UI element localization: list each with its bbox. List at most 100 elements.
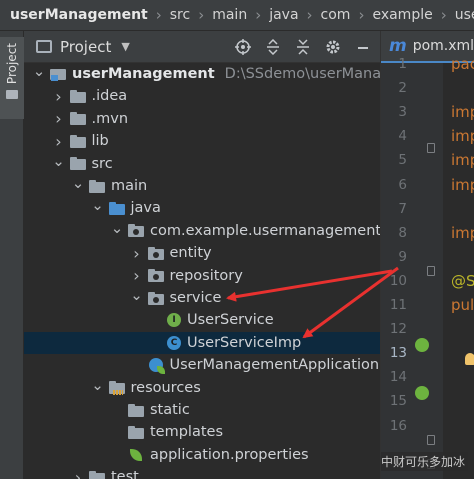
folder-icon bbox=[128, 425, 144, 439]
tree-item-label: service bbox=[169, 290, 222, 306]
line-number: 16 bbox=[389, 417, 407, 434]
breadcrumb-item[interactable]: example bbox=[372, 7, 432, 23]
chevron-down-icon[interactable]: ⌄ bbox=[110, 217, 124, 239]
tree-item-lib[interactable]: › lib bbox=[24, 130, 380, 152]
tree-item-static[interactable]: static bbox=[24, 399, 380, 421]
editor-area: m pom.xml 12345678910111213141516 pacimp… bbox=[380, 31, 474, 479]
maven-icon: m bbox=[389, 36, 407, 56]
package-icon bbox=[147, 291, 164, 305]
left-tool-strip: Project bbox=[0, 31, 24, 479]
tree-item-label: src bbox=[91, 155, 113, 172]
code-line[interactable]: imp bbox=[451, 103, 474, 121]
breadcrumb-item[interactable]: main bbox=[212, 7, 247, 23]
tree-item-resources[interactable]: ⌄ resources bbox=[24, 374, 380, 399]
chevron-down-icon[interactable]: ⌄ bbox=[71, 172, 85, 194]
chevron-down-icon[interactable]: ⌄ bbox=[91, 374, 105, 396]
chevron-down-icon[interactable]: ⌄ bbox=[32, 60, 46, 82]
tree-item-label: main bbox=[111, 178, 148, 194]
tree-item-label: entity bbox=[169, 245, 212, 262]
chevron-down-icon[interactable]: ⌄ bbox=[52, 150, 66, 172]
tree-item-idea[interactable]: › .idea bbox=[24, 85, 380, 107]
chevron-right-icon[interactable]: › bbox=[71, 466, 85, 479]
spring-bean-gutter-icon[interactable] bbox=[415, 386, 429, 400]
chevron-right-icon[interactable]: › bbox=[52, 85, 66, 107]
folder-icon bbox=[128, 403, 144, 417]
crosshair-icon[interactable] bbox=[234, 38, 252, 56]
spring-boot-class-icon bbox=[148, 357, 165, 375]
gear-icon[interactable] bbox=[324, 38, 342, 56]
tree-item-label: resources bbox=[130, 379, 201, 396]
code-line[interactable]: imp bbox=[451, 176, 474, 194]
tree-item-test[interactable]: › test bbox=[24, 466, 380, 479]
editor-gutter: 1 2 3 4 5 6 7 8 9 10 11 12 13 14 15 16 bbox=[381, 56, 443, 479]
expand-all-icon[interactable] bbox=[264, 38, 282, 56]
chevron-right-icon[interactable]: › bbox=[52, 108, 66, 130]
breadcrumb-separator-icon: › bbox=[198, 6, 205, 24]
tree-item-label: UserManagementApplication bbox=[169, 357, 380, 374]
code-line[interactable]: pul bbox=[451, 296, 474, 314]
chevron-right-icon[interactable]: › bbox=[130, 242, 144, 264]
spring-bean-gutter-icon[interactable] bbox=[415, 338, 429, 352]
tree-item-entity[interactable]: › entity bbox=[24, 242, 380, 264]
tree-item-repository[interactable]: › repository bbox=[24, 265, 380, 287]
folder-icon bbox=[69, 157, 86, 171]
tree-item-label: static bbox=[150, 402, 190, 418]
tree-item-usermanagement[interactable]: ⌄ userManagement D:\SSdemo\userManageme bbox=[24, 60, 380, 85]
tree-item-application-properties[interactable]: application.properties bbox=[24, 444, 380, 466]
line-number: 9 bbox=[398, 248, 407, 265]
line-number: 15 bbox=[389, 393, 407, 410]
minimize-icon[interactable] bbox=[354, 38, 372, 56]
fold-marker-icon[interactable] bbox=[427, 266, 435, 276]
project-view-selector[interactable]: Project bbox=[60, 38, 111, 56]
tree-item-usermanagementapplication[interactable]: UserManagementApplication bbox=[24, 354, 380, 376]
lightbulb-icon[interactable] bbox=[465, 353, 474, 365]
source-folder-icon bbox=[108, 201, 125, 215]
watermark: CSDN @中财可乐多加冰 bbox=[381, 452, 468, 471]
chevron-down-icon[interactable]: ⌄ bbox=[91, 194, 105, 216]
fold-marker-icon[interactable] bbox=[427, 435, 435, 445]
tree-item-label: test bbox=[111, 469, 139, 479]
code-line[interactable]: imp bbox=[451, 127, 474, 145]
tree-item-com-example-usermanagement[interactable]: ⌄ com.example.usermanagement bbox=[24, 217, 380, 242]
tree-item-templates[interactable]: templates bbox=[24, 421, 380, 443]
tree-item-userserviceimp[interactable]: C UserServiceImp bbox=[24, 331, 380, 354]
fold-marker-icon[interactable] bbox=[427, 143, 435, 153]
line-number: 8 bbox=[398, 224, 407, 241]
tree-item-java[interactable]: ⌄ java bbox=[24, 194, 380, 219]
tree-item-service[interactable]: ⌄ service bbox=[24, 284, 380, 309]
project-tool-tab[interactable]: Project bbox=[0, 37, 24, 119]
package-icon bbox=[147, 269, 164, 283]
breadcrumb-item[interactable]: src bbox=[170, 7, 190, 23]
breadcrumb-item[interactable]: com bbox=[321, 7, 351, 23]
tree-item-label: UserServiceImp bbox=[187, 334, 302, 351]
breadcrumb-item[interactable]: userManagement bbox=[10, 7, 148, 23]
collapse-all-icon[interactable] bbox=[294, 38, 312, 56]
code-line[interactable]: @Se bbox=[451, 272, 474, 290]
breadcrumb-separator-icon: › bbox=[440, 6, 447, 24]
folder-icon bbox=[89, 179, 105, 193]
code-line[interactable]: imp bbox=[451, 151, 474, 169]
tree-item-mvn[interactable]: › .mvn bbox=[24, 108, 380, 130]
folder-icon bbox=[89, 470, 105, 479]
code-line[interactable]: pac bbox=[451, 55, 474, 73]
breadcrumb: userManagement › src › main › java › com › example… bbox=[0, 0, 474, 31]
tree-item-label: lib bbox=[91, 133, 109, 150]
breadcrumb-item[interactable]: java bbox=[269, 7, 298, 23]
spring-properties-icon bbox=[128, 447, 144, 463]
breadcrumb-item[interactable]: usermanage bbox=[455, 7, 474, 23]
line-number: 11 bbox=[389, 297, 407, 313]
code-line[interactable]: imp bbox=[451, 224, 474, 242]
tree-item-main[interactable]: ⌄ main bbox=[24, 172, 380, 197]
chevron-down-icon[interactable]: ▼ bbox=[121, 40, 129, 53]
editor-tab-pom[interactable]: pom.xml bbox=[413, 38, 474, 54]
chevron-down-icon[interactable]: ⌄ bbox=[130, 284, 144, 306]
interface-icon: I bbox=[167, 313, 181, 328]
folder-icon bbox=[69, 112, 86, 126]
tree-item-userservice[interactable]: I UserService bbox=[24, 309, 380, 331]
line-number: 1 bbox=[398, 56, 407, 72]
class-icon: C bbox=[167, 335, 181, 350]
line-number: 5 bbox=[398, 152, 407, 169]
